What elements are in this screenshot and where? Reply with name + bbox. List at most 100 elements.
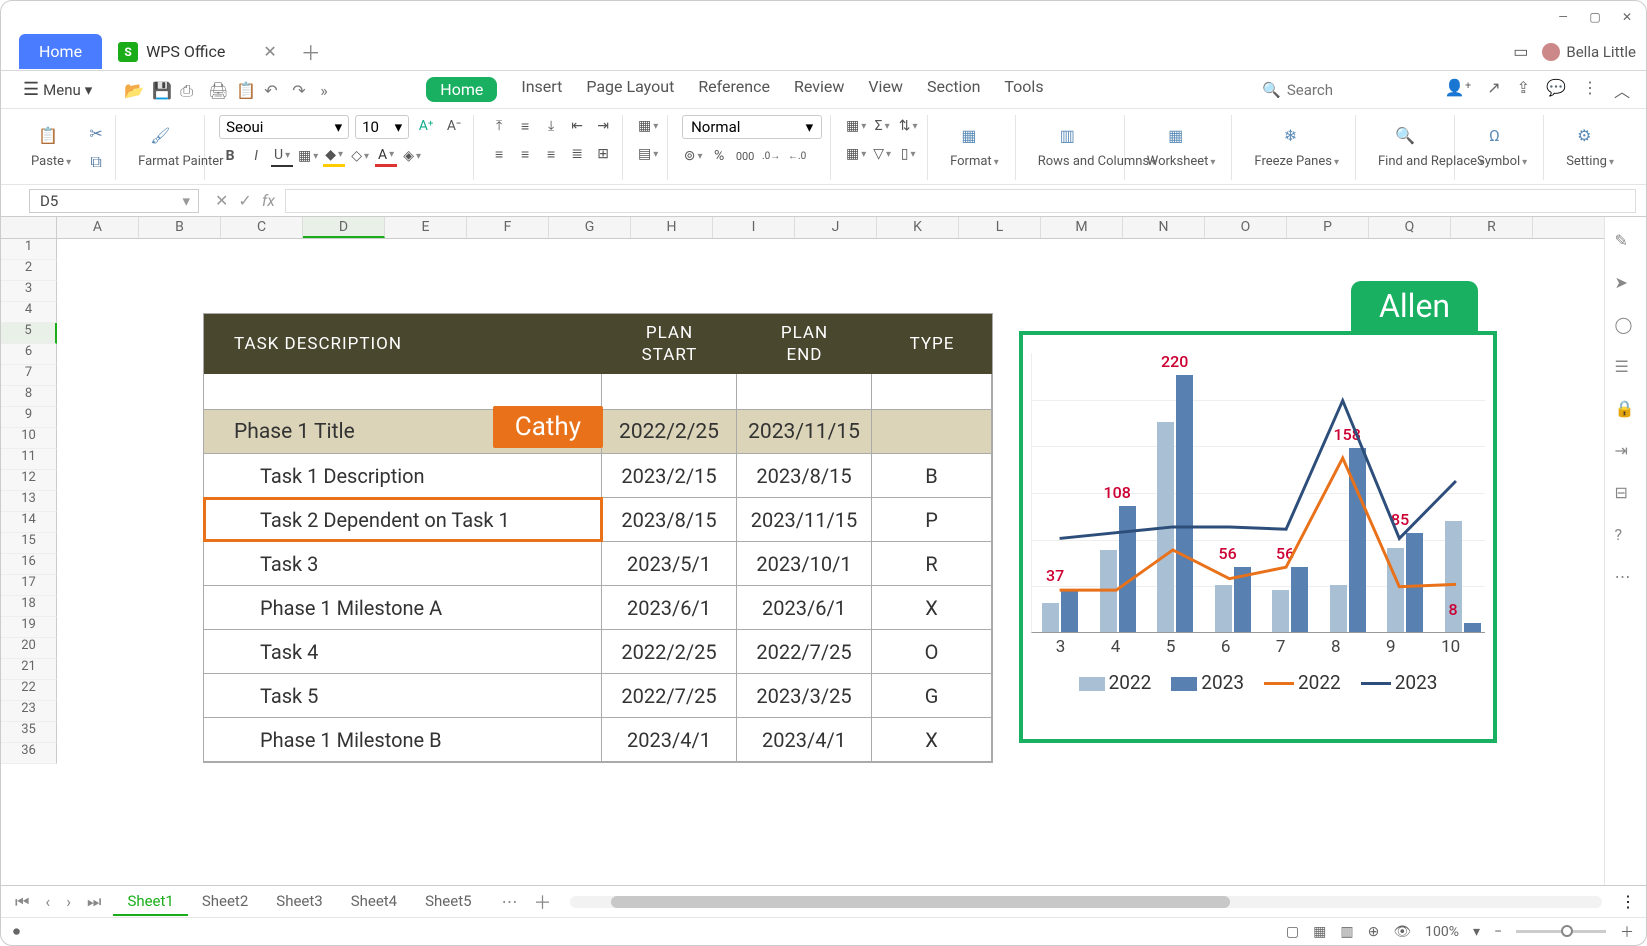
distribute-icon[interactable]: ⊞ (592, 143, 614, 165)
view-grid-icon[interactable]: ▦ (1313, 924, 1326, 940)
row-header-36[interactable]: 36 (1, 743, 57, 764)
more-icon[interactable]: ⋯ (1615, 567, 1637, 589)
view-normal-icon[interactable]: ▢ (1286, 924, 1299, 940)
print-icon[interactable]: 🖨 (208, 81, 226, 99)
decrease-font-icon[interactable]: A⁻ (443, 115, 465, 137)
format-painter-button[interactable]: 🖌 Farmat Painter (130, 126, 196, 169)
open-icon[interactable]: 📂 (124, 81, 142, 99)
row-header-17[interactable]: 17 (1, 575, 57, 596)
row-header-14[interactable]: 14 (1, 512, 57, 533)
view-eye-icon[interactable]: 👁 (1393, 924, 1411, 940)
row-header-21[interactable]: 21 (1, 659, 57, 680)
help-icon[interactable]: ? (1615, 525, 1637, 547)
row-header-1[interactable]: 1 (1, 239, 57, 260)
underline-button[interactable]: U (271, 145, 293, 167)
table-row[interactable]: Phase 1 Milestone B2023/4/12023/4/1X (204, 718, 992, 762)
more-qat-icon[interactable]: » (320, 81, 338, 99)
view-focus-icon[interactable]: ⊕ (1368, 924, 1380, 940)
fill-color-button[interactable]: ◆ (323, 145, 345, 167)
freeze-panes-button[interactable]: ❄Freeze Panes (1246, 126, 1347, 169)
table-row[interactable]: Task 2 Dependent on Task 12023/8/152023/… (204, 498, 992, 542)
more-menu-icon[interactable]: ⋮ (1582, 78, 1598, 102)
sheet-tab[interactable]: Sheet2 (188, 888, 262, 916)
paste-button[interactable]: 📋 Paste (23, 126, 79, 169)
new-tab-button[interactable]: ＋ (301, 37, 321, 66)
row-header-15[interactable]: 15 (1, 533, 57, 554)
row-header-2[interactable]: 2 (1, 260, 57, 281)
ribbon-tab-reference[interactable]: Reference (698, 77, 770, 102)
pen-icon[interactable]: ✎ (1615, 231, 1637, 253)
copy-icon[interactable]: ⧉ (85, 151, 107, 173)
justify-icon[interactable]: ≣ (566, 143, 588, 165)
conditional-format-icon[interactable]: ▦ (845, 115, 867, 137)
redo-icon[interactable]: ↷ (292, 81, 310, 99)
collapse-ribbon-icon[interactable]: ︿ (1614, 78, 1630, 102)
zoom-out-button[interactable]: − (1494, 924, 1502, 940)
col-header-Q[interactable]: Q (1369, 217, 1451, 238)
font-name-select[interactable]: Seoui▾ (219, 115, 349, 139)
align-right-icon[interactable]: ≡ (540, 143, 562, 165)
rows-cols-button[interactable]: ▥Rows and Columns (1030, 126, 1116, 169)
percent-button[interactable]: % (708, 145, 730, 167)
ribbon-tab-home[interactable]: Home (426, 77, 497, 102)
shape-icon[interactable]: ◯ (1615, 315, 1637, 337)
share-user-icon[interactable]: 👤⁺ (1445, 78, 1471, 102)
align-bottom-icon[interactable]: ⤓ (540, 115, 562, 137)
row-header-22[interactable]: 22 (1, 680, 57, 701)
zoom-level[interactable]: 100% (1425, 924, 1459, 940)
col-header-D[interactable]: D (303, 217, 385, 238)
prev-sheet-button[interactable]: ‹ (41, 892, 54, 911)
font-color-button[interactable]: A (375, 145, 397, 167)
row-header-7[interactable]: 7 (1, 365, 57, 386)
table-row[interactable]: Task 42022/2/252022/7/25O (204, 630, 992, 674)
ribbon-tab-view[interactable]: View (868, 77, 903, 102)
scroll-options-icon[interactable]: ⋮ (1620, 892, 1636, 911)
row-header-16[interactable]: 16 (1, 554, 57, 575)
lock-icon[interactable]: 🔒 (1615, 399, 1637, 421)
clear-format-button[interactable]: ◇ (349, 145, 371, 167)
close-window-button[interactable]: ✕ (1620, 10, 1634, 24)
row-header-5[interactable]: 5 (1, 323, 57, 344)
search-input[interactable] (1287, 81, 1407, 99)
export-icon[interactable]: ⇪ (1517, 78, 1530, 102)
accept-formula-icon[interactable]: ✓ (238, 191, 251, 210)
fill-down-icon[interactable]: ▯ (897, 143, 919, 165)
align-middle-icon[interactable]: ≡ (514, 115, 536, 137)
italic-button[interactable]: I (245, 145, 267, 167)
ribbon-tab-section[interactable]: Section (927, 77, 980, 102)
view-page-icon[interactable]: ▥ (1340, 924, 1353, 940)
undo-icon[interactable]: ↶ (264, 81, 282, 99)
row-header-13[interactable]: 13 (1, 491, 57, 512)
align-top-icon[interactable]: ⤒ (488, 115, 510, 137)
merge-cells-button[interactable]: ▦ (637, 115, 659, 137)
row-header-11[interactable]: 11 (1, 449, 57, 470)
cancel-formula-icon[interactable]: ✕ (215, 191, 228, 210)
document-tab[interactable]: S WPS Office ✕ (106, 36, 289, 68)
row-header-6[interactable]: 6 (1, 344, 57, 365)
decrease-decimal-button[interactable]: ←.0 (786, 145, 808, 167)
name-box[interactable]: D5 (29, 189, 199, 213)
window-mode-icon[interactable]: ▭ (1513, 42, 1528, 61)
increase-decimal-button[interactable]: .0→ (760, 145, 782, 167)
row-header-12[interactable]: 12 (1, 470, 57, 491)
add-sheet-button[interactable]: ＋ (534, 889, 552, 915)
search-box[interactable]: 🔍 (1262, 81, 1407, 99)
minus-square-icon[interactable]: ⊟ (1615, 483, 1637, 505)
record-macro-icon[interactable]: ⏺ (13, 924, 20, 940)
currency-button[interactable]: ⊚ (682, 145, 704, 167)
wrap-text-button[interactable]: ▤ (637, 143, 659, 165)
zoom-slider[interactable] (1516, 930, 1606, 933)
minimize-button[interactable]: — (1556, 10, 1570, 24)
col-header-N[interactable]: N (1123, 217, 1205, 238)
zoom-in-button[interactable]: ＋ (1620, 922, 1634, 942)
increase-font-icon[interactable]: A⁺ (415, 115, 437, 137)
highlight-button[interactable]: ◈ (401, 145, 423, 167)
ribbon-tab-tools[interactable]: Tools (1004, 77, 1043, 102)
sort-icon[interactable]: ⇅ (897, 115, 919, 137)
align-center-icon[interactable]: ≡ (514, 143, 536, 165)
embedded-chart[interactable]: 371082205656158858 345678910 20222023202… (1019, 331, 1497, 743)
col-header-O[interactable]: O (1205, 217, 1287, 238)
col-header-A[interactable]: A (57, 217, 139, 238)
ribbon-tab-insert[interactable]: Insert (521, 77, 562, 102)
col-header-M[interactable]: M (1041, 217, 1123, 238)
